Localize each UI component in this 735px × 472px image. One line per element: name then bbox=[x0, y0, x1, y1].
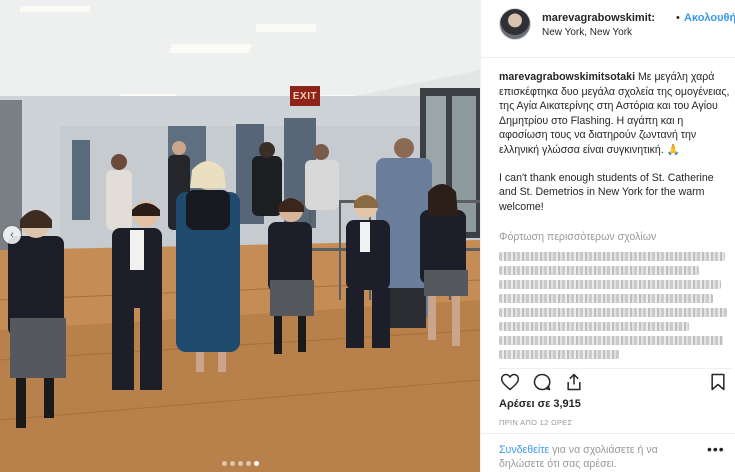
comment-button[interactable] bbox=[531, 371, 553, 393]
caption-text-greek: Με μεγάλη χαρά επισκέφτηκα δυο μεγάλα σχ… bbox=[499, 71, 730, 156]
carousel-dot bbox=[229, 461, 235, 466]
carousel-dot bbox=[221, 461, 227, 466]
comment-icon bbox=[533, 373, 551, 391]
carousel-prev-button[interactable]: ‹ bbox=[3, 226, 21, 244]
author-username[interactable]: marevagrabowskimit: bbox=[542, 12, 655, 24]
caption-username[interactable]: marevagrabowskimitsotaki bbox=[499, 71, 635, 83]
post-timestamp: ΠΡΙΝ ΑΠΟ 12 ΩΡΕΣ bbox=[499, 418, 573, 427]
carousel-dot bbox=[237, 461, 243, 466]
load-more-comments-link[interactable]: Φόρτωση περισσότερων σχολίων bbox=[499, 231, 656, 243]
login-text: Συνδεθείτε για να σχολιάσετε ή να δηλώσε… bbox=[499, 443, 699, 471]
share-button[interactable] bbox=[563, 371, 585, 393]
post-photo[interactable]: EXIT ‹ bbox=[0, 0, 480, 472]
like-count[interactable]: Αρέσει σε 3,915 bbox=[499, 398, 581, 410]
save-button[interactable] bbox=[707, 371, 729, 393]
post-header: marevagrabowskimit: • Ακολουθήστε New Yo… bbox=[481, 0, 735, 58]
classroom-scene-image bbox=[0, 0, 480, 472]
heart-icon bbox=[500, 373, 520, 391]
carousel-dot-active bbox=[253, 461, 259, 466]
exit-sign: EXIT bbox=[290, 86, 320, 106]
carousel-indicator bbox=[0, 461, 480, 466]
blurred-comments bbox=[499, 250, 731, 359]
post-caption: marevagrabowskimitsotaki Με μεγάλη χαρά … bbox=[499, 70, 731, 214]
caption-text-english: I can't thank enough students of St. Cat… bbox=[499, 171, 714, 213]
post-actions bbox=[499, 368, 731, 392]
like-button[interactable] bbox=[499, 371, 521, 393]
avatar[interactable] bbox=[499, 8, 531, 40]
header-separator: • bbox=[676, 12, 680, 24]
login-prompt: Συνδεθείτε για να σχολιάσετε ή να δηλώσε… bbox=[481, 433, 735, 472]
bookmark-icon bbox=[711, 373, 725, 391]
chevron-left-icon: ‹ bbox=[10, 229, 14, 241]
share-icon bbox=[567, 373, 581, 391]
carousel-dot bbox=[245, 461, 251, 466]
login-link[interactable]: Συνδεθείτε bbox=[499, 444, 549, 456]
more-options-button[interactable]: ••• bbox=[707, 442, 725, 456]
location-link[interactable]: New York, New York bbox=[542, 27, 632, 38]
post-sidebar: marevagrabowskimit: • Ακολουθήστε New Yo… bbox=[480, 0, 735, 472]
follow-button[interactable]: Ακολουθήστε bbox=[684, 12, 735, 24]
